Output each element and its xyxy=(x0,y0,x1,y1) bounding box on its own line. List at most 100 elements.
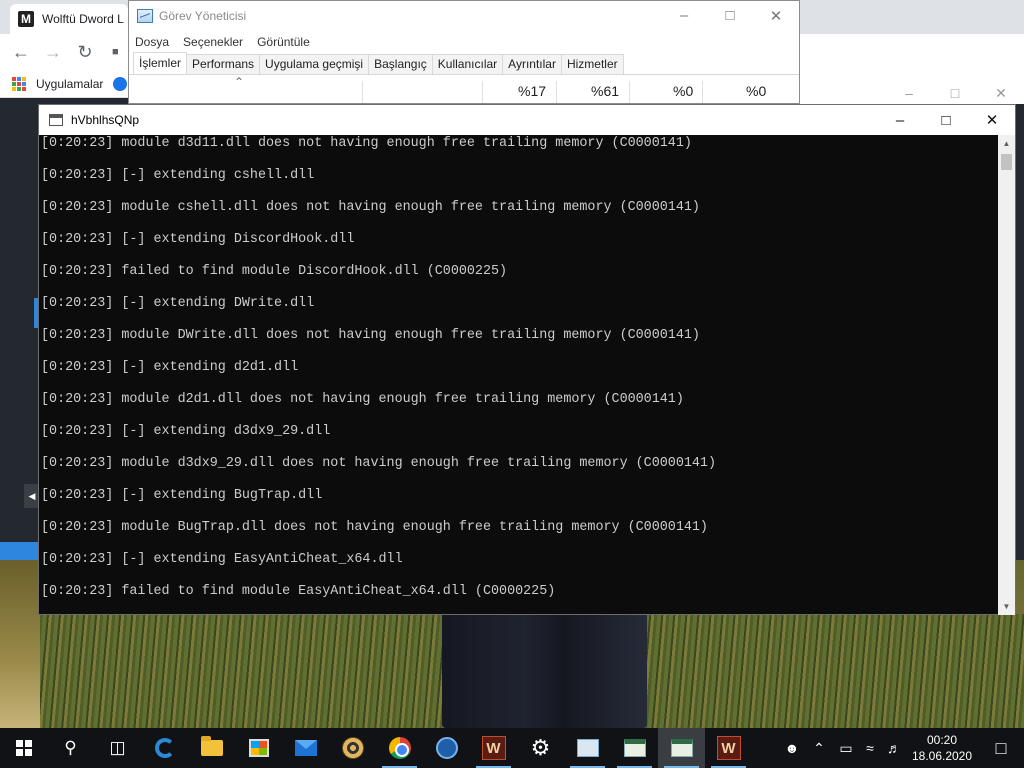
clock-time: 00:20 xyxy=(926,733,958,747)
scroll-down-icon[interactable]: ▼ xyxy=(998,598,1015,615)
console-window: hVbhlhsQNp – □ ✕ [0:20:23] module d3d11.… xyxy=(38,104,1016,615)
console-line: [0:20:23] failed to find module EasyAnti… xyxy=(41,584,556,599)
chrome-icon xyxy=(388,737,411,759)
console-line: [0:20:23] module cshell.dll does not hav… xyxy=(41,200,700,215)
battery-icon[interactable]: ▭ xyxy=(834,740,858,757)
tab-details[interactable]: Ayrıntılar xyxy=(502,54,562,74)
network-usage-value[interactable]: %0 xyxy=(746,83,766,99)
menu-view[interactable]: Görüntüle xyxy=(257,35,310,49)
edge-button[interactable] xyxy=(141,728,188,768)
console-titlebar[interactable]: hVbhlhsQNp – □ ✕ xyxy=(39,105,1015,135)
teamspeak-button[interactable] xyxy=(423,728,470,768)
column-divider xyxy=(362,81,363,103)
maximize-icon[interactable]: □ xyxy=(932,84,978,104)
forward-arrow-icon[interactable]: → xyxy=(40,39,66,65)
teamspeak-icon xyxy=(435,737,458,759)
maximize-icon[interactable]: □ xyxy=(923,105,969,135)
system-tray: ☻ ⌃ ▭ ≈ ♬ 00:20 18.06.2020 □ xyxy=(780,728,1024,768)
maximize-icon[interactable]: □ xyxy=(707,7,753,25)
console-line: [0:20:23] module DWrite.dll does not hav… xyxy=(41,328,700,343)
scroll-up-icon[interactable]: ▲ xyxy=(998,135,1015,152)
task-manager-taskbar-button[interactable] xyxy=(564,728,611,768)
wolf-app-button-2[interactable]: W xyxy=(705,728,752,768)
browser-tab[interactable]: M Wolftü Dword L xyxy=(10,4,128,34)
lock-icon: ■ xyxy=(112,46,119,58)
console-line: [0:20:23] [-] extending BugTrap.dll xyxy=(41,488,323,503)
close-icon[interactable]: ✕ xyxy=(978,84,1024,104)
menu-options[interactable]: Seçenekler xyxy=(183,35,243,49)
console-output[interactable]: [0:20:23] module d3d11.dll does not havi… xyxy=(39,135,999,615)
people-icon[interactable]: ☻ xyxy=(780,740,804,756)
start-button[interactable] xyxy=(0,728,47,768)
console-line: [0:20:23] [-] extending EasyAntiCheat_x6… xyxy=(41,552,403,567)
console-taskbar-button-1[interactable] xyxy=(611,728,658,768)
console-line: [0:20:23] [-] extending d2d1.dll xyxy=(41,360,299,375)
column-divider xyxy=(702,81,703,103)
console-title: hVbhlhsQNp xyxy=(71,113,140,127)
minimize-icon[interactable]: – xyxy=(877,105,923,135)
tab-performance[interactable]: Performans xyxy=(186,54,261,74)
mail-button[interactable] xyxy=(282,728,329,768)
task-manager-title: Görev Yöneticisi xyxy=(159,9,247,23)
background-window-titlebar: – □ ✕ xyxy=(800,84,1024,104)
settings-button[interactable]: ⚙ xyxy=(517,728,564,768)
file-explorer-button[interactable] xyxy=(188,728,235,768)
search-button[interactable]: ⚲ xyxy=(47,728,94,768)
search-icon: ⚲ xyxy=(64,738,77,757)
memory-usage-value[interactable]: %61 xyxy=(591,83,619,99)
console-taskbar-button-2[interactable] xyxy=(658,728,705,768)
store-icon xyxy=(248,739,269,757)
task-manager-icon xyxy=(137,9,153,23)
console-icon xyxy=(670,739,693,757)
tab-app-history[interactable]: Uygulama geçmişi xyxy=(259,54,370,74)
console-line: [0:20:23] [-] extending DiscordHook.dll xyxy=(41,232,355,247)
wallpaper-grass-left xyxy=(0,560,40,728)
disk-usage-value[interactable]: %0 xyxy=(673,83,693,99)
cpu-usage-value[interactable]: %17 xyxy=(518,83,546,99)
tab-processes[interactable]: İşlemler xyxy=(133,52,188,74)
task-manager-titlebar[interactable]: Görev Yöneticisi – □ ✕ xyxy=(129,1,799,31)
clock[interactable]: 00:20 18.06.2020 xyxy=(906,732,978,764)
menu-file[interactable]: Dosya xyxy=(135,35,169,49)
minimize-icon[interactable]: – xyxy=(886,84,932,104)
console-line: [0:20:23] failed to find module DiscordH… xyxy=(41,264,508,279)
minimize-icon[interactable]: – xyxy=(661,7,707,25)
chevron-up-icon[interactable]: ⌃ xyxy=(804,740,834,757)
wolf-app-button[interactable]: W xyxy=(470,728,517,768)
console-line: [0:20:23] module d2d1.dll does not havin… xyxy=(41,392,684,407)
column-divider xyxy=(482,81,483,103)
back-arrow-icon[interactable]: ← xyxy=(8,39,34,65)
tab-services[interactable]: Hizmetler xyxy=(560,54,624,74)
task-manager-menubar: Dosya Seçenekler Görüntüle xyxy=(129,31,799,53)
bookmarks-apps-label[interactable]: Uygulamalar xyxy=(36,77,103,91)
reload-icon[interactable]: ↻ xyxy=(72,39,98,65)
globe-icon[interactable] xyxy=(113,76,128,91)
chrome-button[interactable] xyxy=(376,728,423,768)
page-accent-block xyxy=(0,542,40,560)
chevron-up-icon[interactable]: ⌃ xyxy=(234,75,244,89)
task-manager-tabs: İşlemler Performans Uygulama geçmişi Baş… xyxy=(129,52,799,75)
apps-grid-icon[interactable] xyxy=(12,76,26,91)
gear-icon: ⚙ xyxy=(530,735,551,760)
network-icon[interactable]: ≈ xyxy=(858,740,882,756)
tab-startup[interactable]: Başlangıç xyxy=(368,54,433,74)
console-icon xyxy=(623,739,646,757)
store-button[interactable] xyxy=(235,728,282,768)
taskbar: ⚲ ◫ W ⚙ W ☻ ⌃ ▭ ≈ ♬ 00:20 18.06.2020 □ xyxy=(0,728,1024,768)
console-line: [0:20:23] module BugTrap.dll does not ha… xyxy=(41,520,708,535)
folder-icon xyxy=(200,736,223,756)
console-scrollbar[interactable]: ▲ ▼ xyxy=(998,135,1015,615)
close-icon[interactable]: ✕ xyxy=(969,105,1015,135)
column-divider xyxy=(556,81,557,103)
media-player-button[interactable] xyxy=(329,728,376,768)
task-view-button[interactable]: ◫ xyxy=(94,728,141,768)
scrollbar-thumb[interactable] xyxy=(1001,154,1012,170)
console-app-icon xyxy=(49,114,63,126)
close-icon[interactable]: ✕ xyxy=(753,7,799,25)
volume-icon[interactable]: ♬ xyxy=(882,740,906,756)
notification-icon[interactable]: □ xyxy=(978,738,1024,759)
task-view-icon: ◫ xyxy=(109,738,126,757)
task-manager-column-header: ⌃ %17 %61 %0 %0 xyxy=(129,75,799,103)
tab-users[interactable]: Kullanıcılar xyxy=(431,54,504,74)
console-line: [0:20:23] [-] extending cshell.dll xyxy=(41,168,315,183)
